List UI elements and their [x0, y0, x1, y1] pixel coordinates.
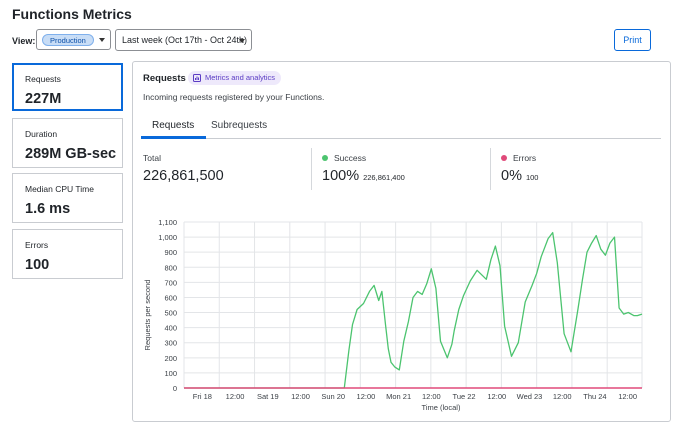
x-tick-label: 12:00	[226, 392, 245, 401]
x-axis-label: Time (local)	[422, 403, 461, 412]
metric-card-duration[interactable]: Duration 289M GB-sec	[12, 118, 123, 168]
stat-divider	[311, 148, 312, 190]
stat-total-label: Total	[143, 153, 161, 163]
y-tick-label: 500	[164, 309, 177, 318]
metric-card-errors[interactable]: Errors 100	[12, 229, 123, 279]
page-title: Functions Metrics	[12, 6, 132, 22]
metric-card-requests[interactable]: Requests 227M	[12, 63, 123, 111]
tabs-divider	[141, 138, 661, 139]
stat-errors-count: 100	[525, 173, 539, 182]
metric-label: Duration	[25, 129, 58, 139]
active-tab-indicator	[141, 136, 206, 139]
x-tick-label: 12:00	[618, 392, 637, 401]
metric-card-cpu-time[interactable]: Median CPU Time 1.6 ms	[12, 173, 123, 223]
stat-success-label: Success	[334, 153, 367, 163]
y-tick-label: 400	[164, 324, 177, 333]
x-tick-label: Sat 19	[257, 392, 279, 401]
stat-errors-label: Errors	[513, 153, 537, 163]
stat-success-value-row: 100% 226,861,400	[322, 168, 405, 184]
x-tick-label: Sun 20	[321, 392, 345, 401]
panel-title: Requests	[143, 73, 186, 84]
success-dot-icon	[322, 155, 328, 161]
metric-value: 1.6 ms	[25, 201, 71, 217]
requests-line-chart: 0 100 200 300 400 500 600 700 800 900 1,000 1,100 Fr…	[143, 218, 643, 412]
x-tick-label: Thu 24	[583, 392, 606, 401]
stat-errors-label-row: Errors	[501, 153, 536, 163]
print-button[interactable]: Print	[614, 29, 651, 51]
x-tick-label: 12:00	[291, 392, 310, 401]
x-tick-label: Tue 22	[453, 392, 476, 401]
y-tick-label: 900	[164, 248, 177, 257]
x-tick-label: 12:00	[487, 392, 506, 401]
stat-success-value: 100%	[322, 168, 360, 184]
metric-value: 227M	[25, 91, 62, 107]
y-tick-label: 700	[164, 278, 177, 287]
y-tick-label: 100	[164, 369, 177, 378]
metric-label: Requests	[25, 74, 61, 84]
x-tick-label: Wed 23	[517, 392, 543, 401]
chart-doc-icon	[193, 74, 201, 82]
view-label: View:	[12, 36, 36, 46]
time-range-value: Last week (Oct 17th - Oct 24th)	[122, 35, 248, 45]
error-dot-icon	[501, 155, 507, 161]
chevron-down-icon	[99, 38, 105, 42]
stat-errors-value-row: 0% 100	[501, 168, 538, 184]
chevron-down-icon	[239, 39, 245, 43]
y-tick-label: 1,100	[158, 218, 177, 227]
x-tick-label: 12:00	[553, 392, 572, 401]
metrics-analytics-badge[interactable]: Metrics and analytics	[188, 71, 282, 85]
y-tick-label: 200	[164, 354, 177, 363]
y-tick-label: 300	[164, 339, 177, 348]
environment-select[interactable]: Production	[36, 29, 111, 50]
metric-label: Median CPU Time	[25, 184, 94, 194]
environment-pill: Production	[42, 34, 94, 46]
x-tick-label: 12:00	[422, 392, 441, 401]
stat-divider	[490, 148, 491, 190]
stat-total-value: 226,861,500	[143, 168, 224, 184]
y-tick-label: 600	[164, 293, 177, 302]
y-tick-label: 1,000	[158, 233, 177, 242]
stat-success-label-row: Success	[322, 153, 366, 163]
series-line-success	[184, 231, 643, 389]
panel-subtitle: Incoming requests registered by your Fun…	[143, 92, 325, 102]
y-tick-label: 0	[173, 384, 177, 393]
tab-requests[interactable]: Requests	[152, 120, 194, 131]
stat-success-count: 226,861,400	[363, 173, 405, 182]
x-tick-label: Fri 18	[193, 392, 212, 401]
metric-value: 289M GB-sec	[25, 146, 117, 162]
x-tick-label: Mon 21	[386, 392, 411, 401]
stat-errors-value: 0%	[501, 168, 522, 184]
metric-label: Errors	[25, 240, 49, 250]
metric-value: 100	[25, 257, 50, 273]
tab-subrequests[interactable]: Subrequests	[211, 120, 267, 131]
x-tick-label: 12:00	[357, 392, 376, 401]
time-range-select[interactable]: Last week (Oct 17th - Oct 24th)	[115, 29, 252, 51]
badge-label: Metrics and analytics	[205, 73, 276, 82]
y-axis-label: Requests per second	[143, 280, 152, 351]
y-tick-label: 800	[164, 263, 177, 272]
